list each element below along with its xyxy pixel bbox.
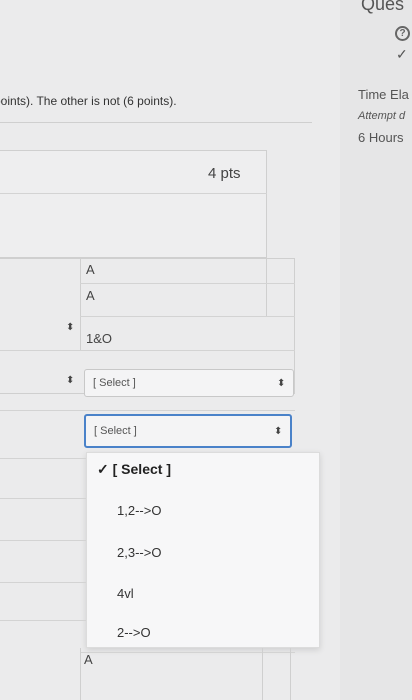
table-cell: A: [84, 652, 93, 667]
points-label: 4 pts: [208, 165, 241, 182]
match-select-1[interactable]: [ Select ] ⬍: [84, 369, 294, 397]
table-divider: [0, 498, 86, 499]
help-icon[interactable]: ?: [395, 26, 410, 41]
table-cell: A: [86, 288, 95, 303]
select-dropdown-menu: ✓ [ Select ] 1,2-->O 2,3-->O 4vl 2-->O: [86, 452, 320, 648]
select-value: [ Select ]: [93, 377, 136, 389]
check-icon: ✓: [97, 461, 109, 477]
table-divider: [262, 648, 263, 700]
chevron-updown-icon: ⬍: [277, 378, 286, 389]
dropdown-option[interactable]: 1,2-->O: [117, 503, 161, 518]
table-divider: [0, 582, 86, 583]
table-cell: A: [86, 262, 95, 277]
dropdown-option[interactable]: 4vl: [117, 586, 134, 601]
table-divider: [0, 620, 86, 621]
chevron-updown-icon: ⬍: [274, 426, 283, 437]
match-select-2[interactable]: [ Select ] ⬍: [84, 414, 292, 448]
table-divider: [0, 410, 295, 411]
select-arrows-icon[interactable]: ⬍: [66, 376, 74, 386]
divider: [0, 122, 312, 123]
table-divider: [0, 458, 86, 459]
question-prompt: points). The other is not (6 points).: [0, 94, 177, 108]
table-divider: [266, 258, 267, 316]
table-divider: [0, 540, 86, 541]
check-icon: ✓: [396, 46, 408, 62]
table-divider: [80, 316, 295, 317]
answer-table-bottom: A: [0, 648, 412, 700]
dropdown-option[interactable]: 2-->O: [117, 625, 151, 640]
table-divider: [80, 283, 295, 284]
dropdown-option[interactable]: 2,3-->O: [117, 545, 161, 560]
select-value: [ Select ]: [94, 425, 137, 437]
table-divider: [0, 350, 295, 351]
quiz-sidebar: [340, 0, 412, 700]
hours-label: 6 Hours: [358, 130, 404, 145]
attempt-label: Attempt d: [358, 110, 406, 122]
table-divider: [80, 258, 81, 350]
sidebar-title: Ques: [361, 0, 405, 14]
dropdown-option-selected[interactable]: ✓ [ Select ]: [97, 461, 171, 478]
time-elapsed-label: Time Ela: [358, 87, 409, 102]
table-divider: [290, 648, 291, 700]
select-arrows-icon[interactable]: ⬍: [66, 323, 74, 333]
table-divider: [80, 648, 81, 700]
divider: [0, 193, 267, 194]
table-cell: 1&O: [86, 331, 113, 346]
